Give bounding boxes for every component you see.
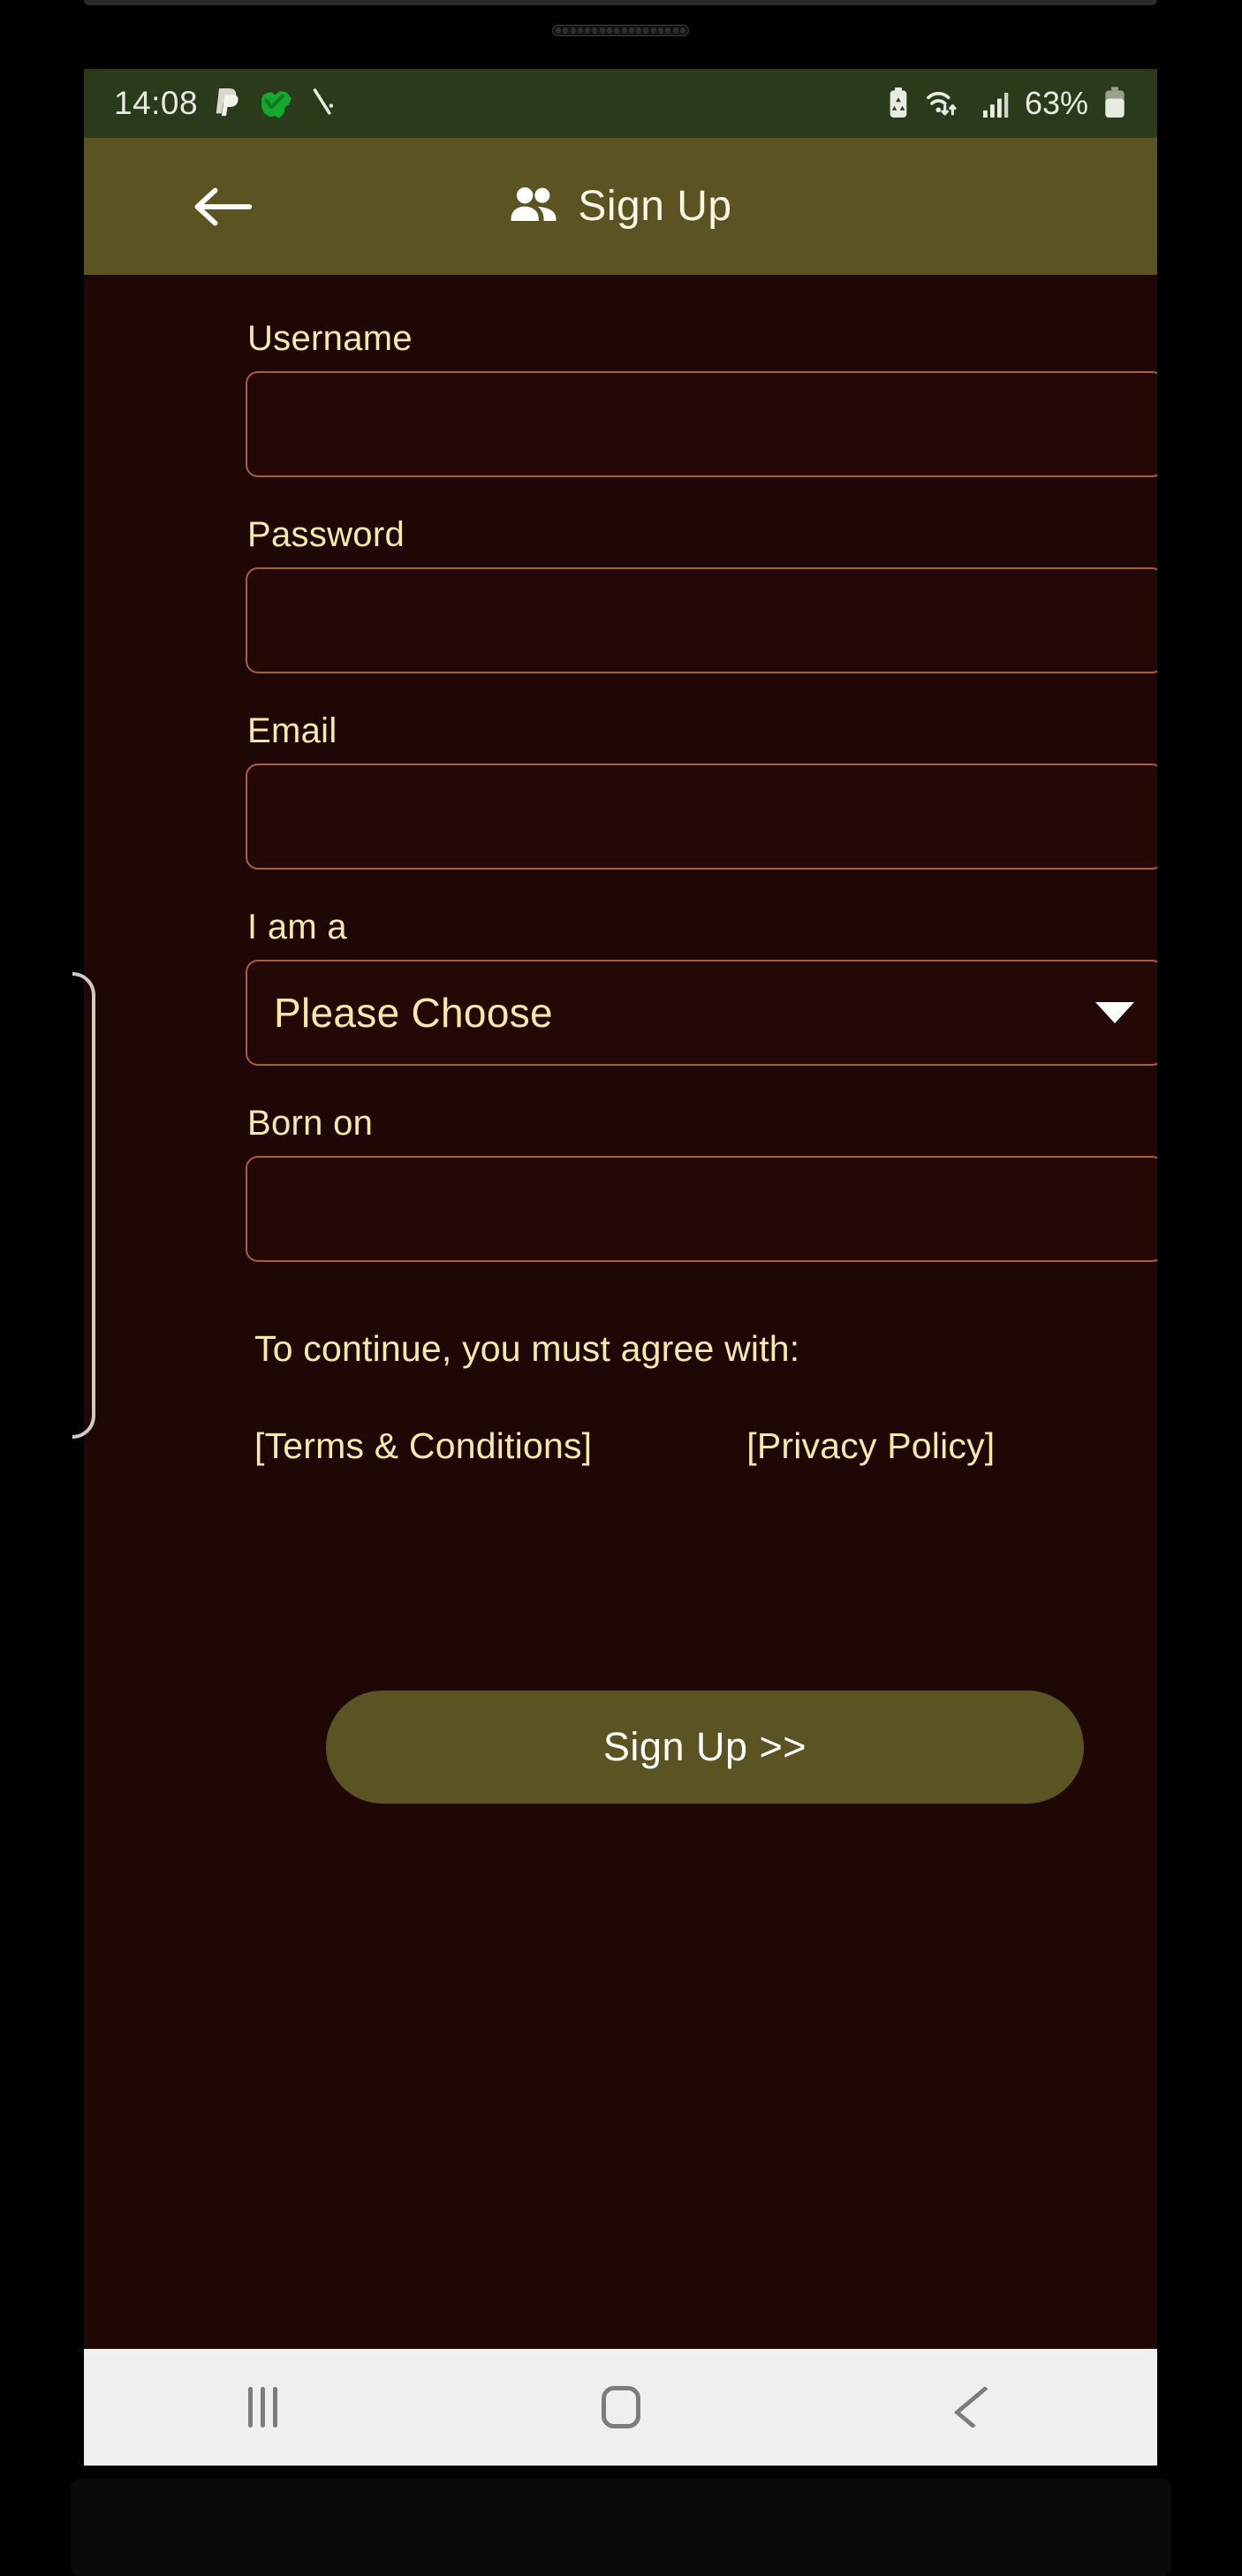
- field-label-password: Password: [247, 515, 405, 554]
- battery-icon: [1102, 86, 1127, 121]
- status-bar-left: 14:08: [114, 85, 337, 122]
- recents-icon: [248, 2387, 277, 2428]
- terms-and-conditions-link[interactable]: [Terms & Conditions]: [254, 1425, 592, 1467]
- chevron-down-icon: [1095, 1002, 1134, 1023]
- field-label-email: Email: [247, 711, 337, 750]
- field-born-on: Born on: [246, 1104, 1157, 1262]
- wifi-transfer-icon: [926, 86, 966, 121]
- back-chevron-icon: [953, 2386, 1003, 2428]
- field-label-born-on: Born on: [247, 1104, 374, 1143]
- edge-panel-handle[interactable]: [72, 972, 95, 1439]
- field-i-am-a: I am a Please Choose: [246, 908, 1157, 1066]
- field-label-i-am-a: I am a: [247, 908, 347, 946]
- role-select[interactable]: Please Choose: [246, 960, 1157, 1066]
- password-input[interactable]: [246, 567, 1157, 673]
- status-time: 14:08: [114, 85, 199, 121]
- email-input[interactable]: [246, 764, 1157, 870]
- pen-slash-icon: [310, 86, 337, 121]
- phone-screen: 14:08 63% Sign Up Username Password Emai…: [84, 69, 1157, 2466]
- field-username: Username: [246, 319, 1157, 477]
- battery-percent-label: 63%: [1024, 85, 1088, 121]
- device-top-bezel: [84, 0, 1157, 5]
- back-arrow-icon[interactable]: [190, 182, 255, 232]
- signup-form: Username Password Email I am a Please Ch…: [84, 275, 1157, 2466]
- username-input[interactable]: [246, 371, 1157, 477]
- agreement-text: To continue, you must agree with:: [254, 1328, 800, 1369]
- born-on-input[interactable]: [246, 1156, 1157, 1262]
- device-bottom-bezel: [71, 2479, 1171, 2576]
- status-bar-right: 63%: [885, 85, 1127, 122]
- field-email: Email: [246, 711, 1157, 870]
- signup-button[interactable]: Sign Up >>: [326, 1691, 1084, 1804]
- field-password: Password: [246, 515, 1157, 673]
- cellular-signal-icon: [981, 86, 1011, 121]
- paypal-icon: [213, 86, 243, 121]
- page-title: Sign Up: [578, 183, 732, 230]
- nav-recents-button[interactable]: [197, 2363, 329, 2451]
- earpiece-speaker-grille: [552, 25, 689, 36]
- battery-recycle-icon: [885, 86, 912, 121]
- android-nav-bar: [84, 2349, 1157, 2466]
- status-bar: 14:08 63%: [84, 69, 1157, 138]
- people-icon: [509, 184, 558, 229]
- privacy-policy-link[interactable]: [Privacy Policy]: [746, 1425, 995, 1467]
- nav-home-button[interactable]: [555, 2363, 687, 2451]
- role-select-wrapper: Please Choose: [246, 960, 1157, 1066]
- australia-map-icon: [258, 86, 295, 121]
- agreement-links: [Terms & Conditions] [Privacy Policy]: [254, 1425, 1138, 1467]
- role-select-value: Please Choose: [274, 990, 553, 1036]
- field-label-username: Username: [247, 319, 413, 358]
- nav-back-button[interactable]: [913, 2363, 1045, 2451]
- device-frame: 14:08 63% Sign Up Username Password Emai…: [0, 0, 1242, 2576]
- app-bar: Sign Up: [84, 138, 1157, 275]
- home-icon: [601, 2386, 640, 2428]
